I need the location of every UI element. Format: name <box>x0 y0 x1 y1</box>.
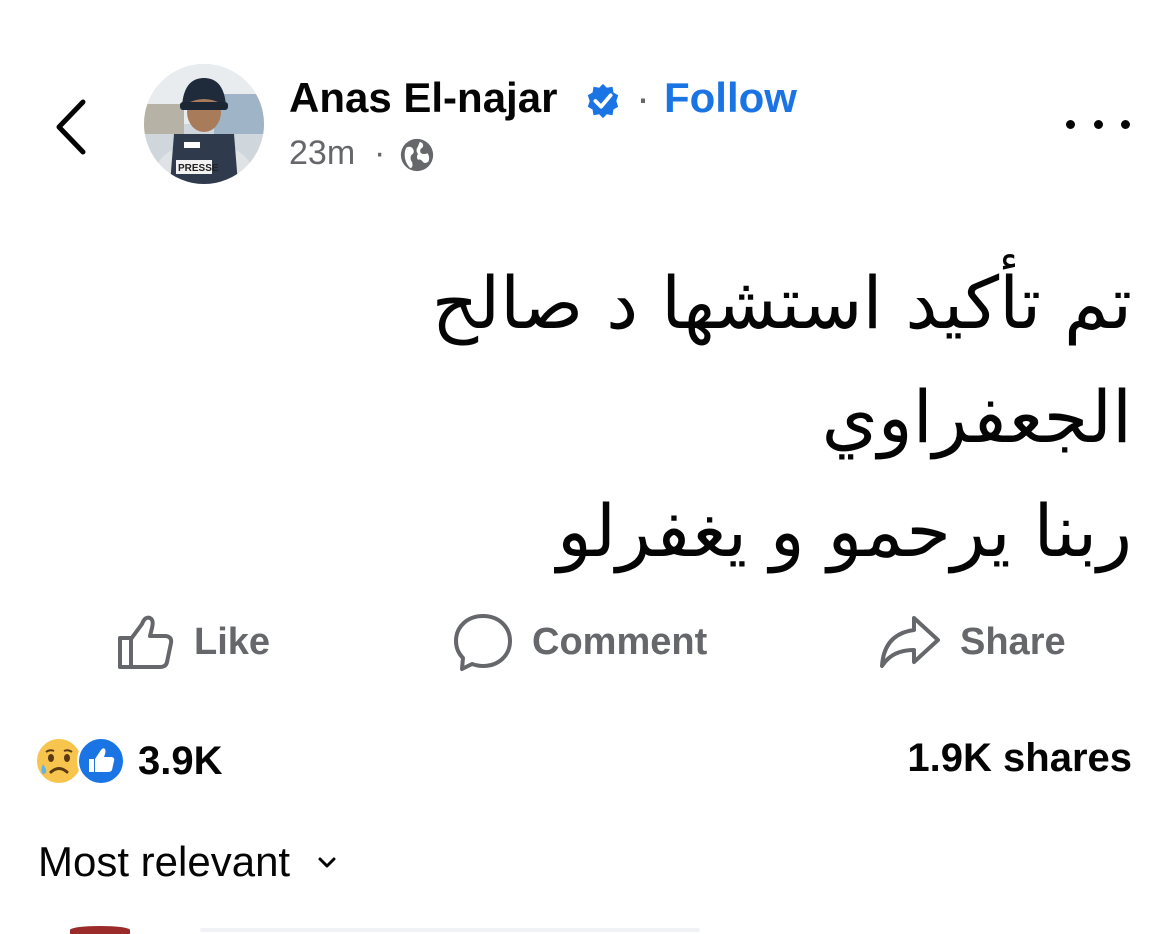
author-name[interactable]: Anas El-najar <box>289 74 557 122</box>
globe-icon <box>400 138 434 172</box>
more-horizontal-icon-dot <box>1093 119 1103 129</box>
follow-button[interactable]: Follow <box>664 74 797 122</box>
share-button[interactable]: Share <box>878 604 1066 680</box>
reactions-summary[interactable]: 3.9K <box>34 734 223 788</box>
chevron-down-icon <box>318 857 336 868</box>
more-horizontal-icon-dot <box>1121 119 1130 129</box>
reaction-count: 3.9K <box>138 738 223 783</box>
avatar-photo: PRESSE <box>144 64 264 184</box>
like-button[interactable]: Like <box>116 604 270 680</box>
author-avatar[interactable]: PRESSE <box>144 64 264 184</box>
thumbs-up-icon <box>118 615 174 669</box>
share-arrow-icon <box>880 616 940 668</box>
comment-label: Comment <box>532 620 708 663</box>
chevron-left-icon <box>56 99 86 155</box>
back-button[interactable] <box>46 92 96 162</box>
meta-separator-dot: · <box>374 134 386 172</box>
like-reaction-icon <box>77 737 125 785</box>
svg-text:PRESSE: PRESSE <box>178 163 219 174</box>
more-horizontal-icon <box>1066 119 1075 129</box>
next-comment-avatar <box>70 926 130 934</box>
share-label: Share <box>960 620 1066 663</box>
comment-sort-dropdown[interactable]: Most relevant <box>38 838 338 886</box>
post-text: تم تأكيد استشها د صالح الجعفراوي ربنا ير… <box>431 261 1132 573</box>
separator-dot: · <box>636 74 650 121</box>
comment-button[interactable]: Comment <box>452 604 707 680</box>
post-timestamp[interactable]: 23m <box>289 134 355 173</box>
like-label: Like <box>194 620 271 663</box>
next-comment-bubble <box>200 928 700 932</box>
verified-badge-icon <box>587 83 619 119</box>
shares-count[interactable]: 1.9K shares <box>907 736 1132 781</box>
sort-label: Most relevant <box>38 838 291 885</box>
comment-bubble-icon <box>454 614 512 671</box>
more-options-button[interactable] <box>1066 106 1130 142</box>
